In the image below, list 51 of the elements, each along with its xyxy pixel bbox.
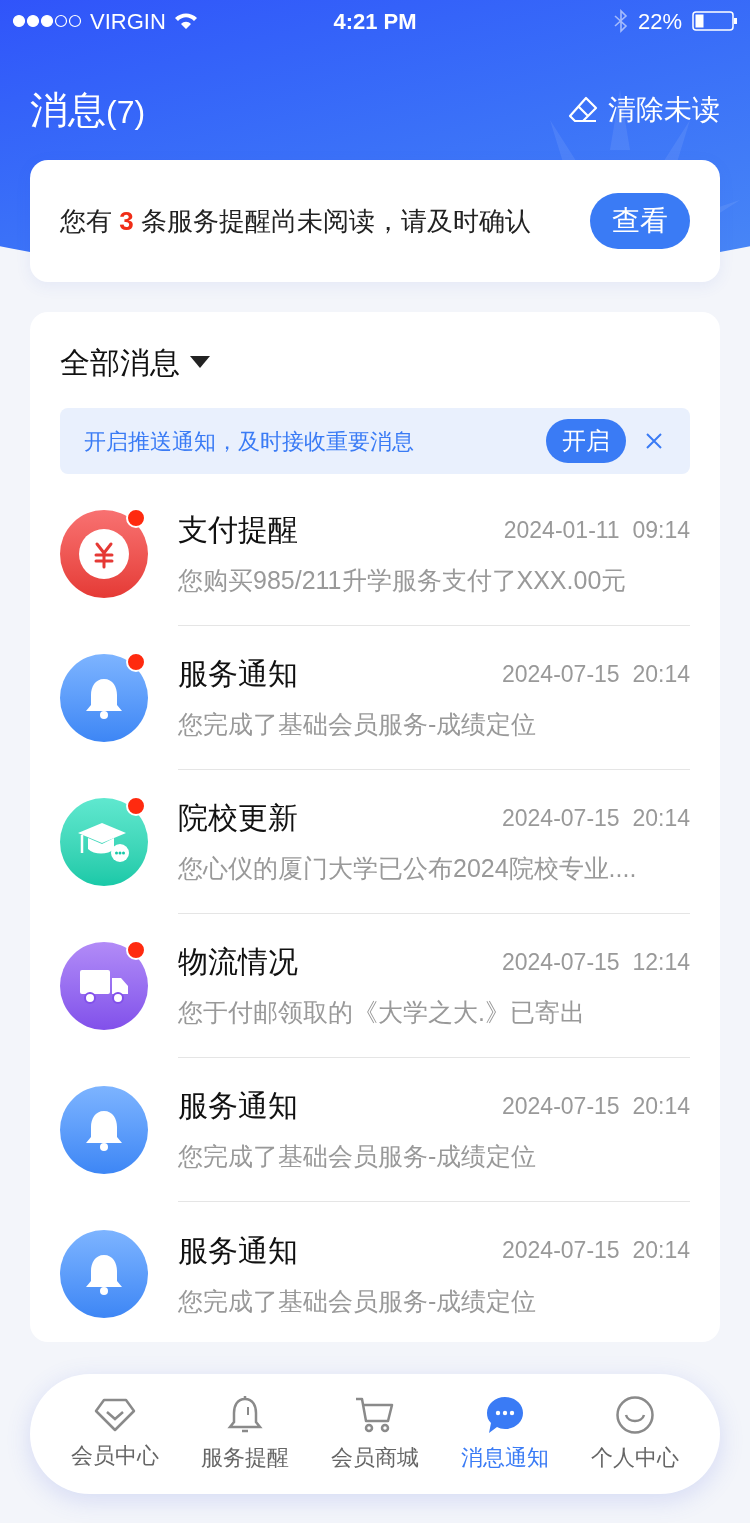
message-title: 服务通知	[178, 1088, 298, 1125]
bluetooth-icon	[613, 9, 628, 33]
message-time: 2024-07-15 12:14	[502, 947, 690, 977]
message-preview: 您完成了基础会员服务-成绩定位	[178, 1141, 538, 1173]
message-time: 2024-07-15 20:14	[502, 1091, 690, 1121]
message-preview: 您完成了基础会员服务-成绩定位	[178, 709, 538, 741]
message-item[interactable]: 服务通知 2024-07-15 20:14 您完成了基础会员服务-成绩定位	[60, 1202, 690, 1346]
message-time: 2024-01-11 09:14	[503, 515, 690, 545]
message-preview: 您购买985/211升学服务支付了XXX.00元	[178, 565, 628, 597]
bell-icon	[227, 1394, 263, 1435]
battery-percentage: 22%	[637, 7, 682, 36]
reminder-text: 您有 3 条服务提醒尚未阅读，请及时确认	[60, 204, 531, 238]
message-item[interactable]: 服务通知 2024-07-15 20:14 您完成了基础会员服务-成绩定位	[60, 626, 690, 770]
filter-dropdown[interactable]: 全部消息	[60, 342, 210, 382]
message-time: 2024-07-15 20:14	[502, 659, 690, 689]
message-title: 物流情况	[178, 944, 298, 981]
tab-bar-item[interactable]: 消息通知	[461, 1394, 549, 1474]
message-title: 支付提醒	[178, 512, 298, 549]
eraser-icon	[568, 96, 598, 124]
close-icon	[646, 433, 662, 449]
message-item[interactable]: 物流情况 2024-07-15 12:14 您于付邮领取的《大学之大.》已寄出	[60, 914, 690, 1058]
battery-icon	[692, 11, 738, 31]
diamond-icon	[94, 1396, 136, 1433]
tab-bar-item[interactable]: 会员中心	[71, 1396, 159, 1472]
carrier-name: VIRGIN	[90, 7, 166, 36]
message-preview: 您完成了基础会员服务-成绩定位	[178, 1285, 538, 1317]
yuan-icon	[79, 529, 129, 579]
view-button[interactable]: 查看	[590, 193, 690, 249]
tab-bar-item[interactable]: 会员商城	[331, 1394, 419, 1474]
clock-time: 4:21 PM	[333, 7, 417, 36]
chat-bubble-icon	[485, 1394, 525, 1435]
tab-bar-item[interactable]: 服务提醒	[201, 1394, 289, 1474]
message-title: 院校更新	[178, 800, 298, 837]
clear-unread-button[interactable]: 清除未读	[568, 89, 720, 131]
message-time: 2024-07-15 20:14	[502, 803, 690, 833]
message-item[interactable]: 院校更新 2024-07-15 20:14 您心仪的厦门大学已公布2024院校专业....	[60, 770, 690, 914]
wifi-icon	[173, 12, 198, 30]
push-notice-text: 开启推送通知，及时接收重要消息	[84, 427, 415, 456]
message-time: 2024-07-15 20:14	[502, 1236, 690, 1265]
tab-bar-item[interactable]: 个人中心	[591, 1394, 679, 1474]
message-preview: 您于付邮领取的《大学之大.》已寄出	[178, 997, 586, 1029]
message-item[interactable]: 服务通知 2024-07-15 20:14 您完成了基础会员服务-成绩定位	[60, 1058, 690, 1202]
message-title: 服务通知	[178, 656, 298, 693]
page-title: 消息(7)	[30, 91, 146, 129]
message-preview: 您心仪的厦门大学已公布2024院校专业....	[178, 853, 638, 885]
enable-button[interactable]: 开启	[546, 419, 626, 463]
caret-icon	[190, 356, 210, 368]
message-title: 服务通知	[178, 1232, 298, 1269]
message-item[interactable]: 支付提醒 2024-01-11 09:14 您购买985/211升学服务支付了XXX.00元	[60, 482, 690, 626]
smiley-icon	[615, 1394, 655, 1435]
signal-icon	[12, 14, 82, 28]
